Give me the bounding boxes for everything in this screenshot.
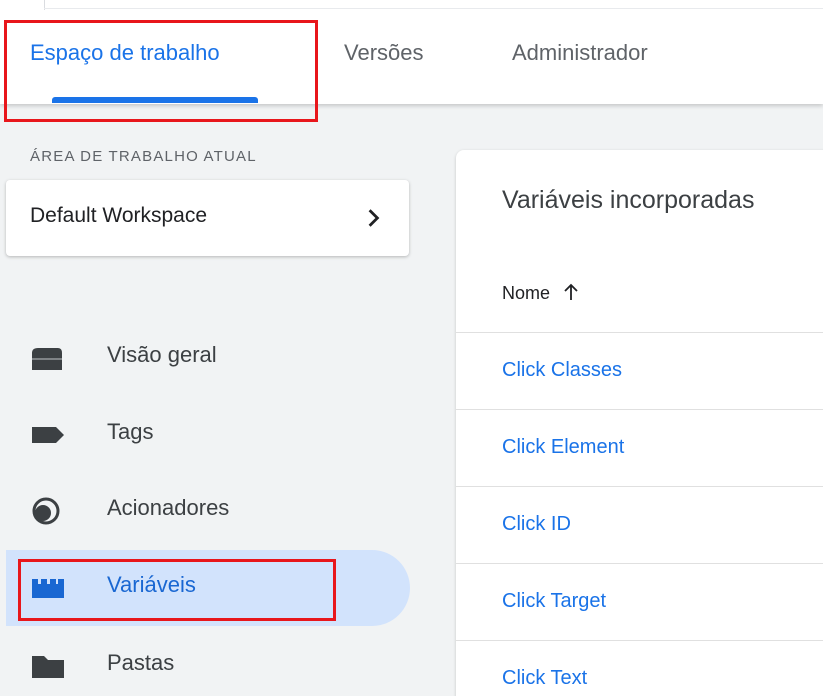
section-label-current-workspace: ÁREA DE TRABALHO ATUAL [30,148,257,165]
tab-workspace[interactable]: Espaço de trabalho [30,40,220,66]
table-row: Click ID [456,486,823,564]
sidebar-item-folders[interactable]: Pastas [6,628,410,696]
top-navigation-bar: Espaço de trabalho Versões Administrador [0,0,823,104]
table-row: Click Element [456,409,823,487]
workspace-selector[interactable]: Default Workspace [6,180,409,256]
sidebar-item-variables[interactable]: Variáveis [6,550,410,626]
table-row: Click Text [456,640,823,696]
sidebar-item-label: Variáveis [107,572,196,597]
gtm-workspace-page: Espaço de trabalho Versões Administrador… [0,0,823,696]
variable-link[interactable]: Click Text [502,667,587,690]
sidebar-item-label: Tags [107,419,154,444]
sidebar-item-overview[interactable]: Visão geral [6,320,410,396]
sidebar-item-triggers[interactable]: Acionadores [6,473,410,549]
arrow-up-icon [564,283,578,300]
column-header-name[interactable]: Nome [502,283,579,304]
active-tab-indicator [52,97,258,103]
variables-icon [32,579,64,598]
card-title: Variáveis incorporadas [502,186,755,214]
table-row: Click Classes [456,332,823,410]
chevron-right-icon [368,209,380,227]
variable-link[interactable]: Click Classes [502,359,622,382]
variable-link[interactable]: Click ID [502,513,571,536]
sidebar-item-tags[interactable]: Tags [6,397,410,473]
variable-link[interactable]: Click Target [502,590,606,613]
tab-versions[interactable]: Versões [344,40,424,66]
divider [44,8,823,9]
table-row: Click Target [456,563,823,641]
overview-icon [32,348,62,370]
tag-icon [32,427,64,443]
workspace-name: Default Workspace [30,204,208,227]
sidebar-item-label: Pastas [107,650,175,675]
sidebar-item-label: Acionadores [107,495,230,520]
column-header-label: Nome [502,283,551,303]
sidebar-item-label: Visão geral [107,342,217,367]
folder-icon [32,656,64,678]
trigger-icon [32,497,60,525]
tab-admin[interactable]: Administrador [512,40,648,66]
built-in-variables-card: Variáveis incorporadas Nome Click Classe… [456,150,823,696]
variable-link[interactable]: Click Element [502,436,624,459]
